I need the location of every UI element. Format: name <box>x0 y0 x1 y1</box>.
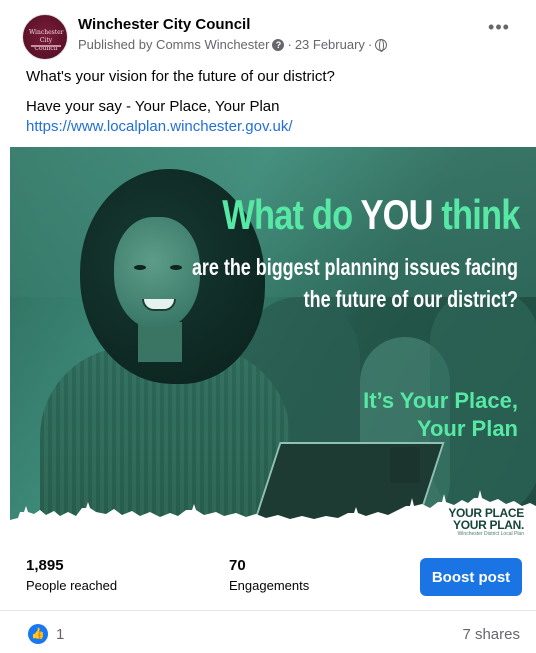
subheadline-line: are the biggest planning issues facing <box>192 254 518 280</box>
engagements-stat[interactable]: 70 Engagements <box>229 557 309 595</box>
avatar[interactable]: Winchester City Council <box>22 14 68 60</box>
engagements-value: 70 <box>229 557 246 574</box>
meta-separator: · <box>287 37 292 52</box>
subheadline-line: the future of our district? <box>303 286 518 312</box>
woman-face <box>114 217 200 329</box>
more-icon: ••• <box>488 17 510 37</box>
coffee-cup <box>390 447 420 483</box>
avatar-divider <box>31 45 61 47</box>
people-reached-label: People reached <box>26 578 118 593</box>
reactions-bar: 👍 1 7 shares <box>0 612 536 653</box>
post-image[interactable]: What do YOU think are the biggest planni… <box>10 147 536 539</box>
logo-caption: Winchester District Local Plan <box>457 531 524 537</box>
post-line: What's your vision for the future of our… <box>26 68 335 85</box>
headline-part: think <box>433 191 521 238</box>
post-link[interactable]: https://www.localplan.winchester.gov.uk/ <box>26 117 335 137</box>
published-by: Published by Comms Winchester <box>78 37 270 52</box>
post-line: Have your say - Your Place, Your Plan <box>26 98 280 115</box>
image-headline: What do YOU think <box>222 191 521 239</box>
people-reached-stat[interactable]: 1,895 People reached <box>26 557 117 595</box>
people-reached-value: 1,895 <box>26 557 64 574</box>
more-options-button[interactable]: ••• <box>486 17 512 46</box>
image-tagline: It’s Your Place, Your Plan <box>363 387 518 443</box>
post-date[interactable]: 23 February <box>295 37 365 52</box>
post-insights: 1,895 People reached 70 Engagements Boos… <box>0 541 536 611</box>
headline-you: YOU <box>360 191 434 238</box>
tagline-line: Your Plan <box>416 416 518 441</box>
like-icon[interactable]: 👍 <box>28 624 48 644</box>
engagements-label: Engagements <box>229 578 310 593</box>
headline-part: What do <box>222 191 361 238</box>
avatar-crest: Winchester City Council <box>29 29 64 52</box>
like-count[interactable]: 1 <box>56 626 64 643</box>
woman-eye <box>134 265 146 270</box>
shares-count[interactable]: 7 shares <box>462 626 520 643</box>
image-subheadline: are the biggest planning issues facing t… <box>192 251 518 315</box>
globe-icon <box>375 38 388 52</box>
meta-separator: · <box>367 37 373 52</box>
help-icon[interactable]: ? <box>272 38 285 51</box>
boost-post-button[interactable]: Boost post <box>420 558 522 596</box>
post-text: What's your vision for the future of our… <box>26 67 335 137</box>
woman-eye <box>170 265 182 270</box>
your-place-your-plan-logo: YOUR PLACE YOUR PLAN. Winchester Distric… <box>448 507 524 538</box>
logo-line: YOUR PLAN. <box>452 518 524 532</box>
facebook-post: Winchester City Council Winchester City … <box>0 0 536 653</box>
post-header: Winchester City Council Winchester City … <box>22 14 522 60</box>
page-name[interactable]: Winchester City Council <box>78 16 250 33</box>
tagline-line: It’s Your Place, <box>363 388 518 413</box>
post-meta: Published by Comms Winchester ? · 23 Feb… <box>78 37 388 52</box>
